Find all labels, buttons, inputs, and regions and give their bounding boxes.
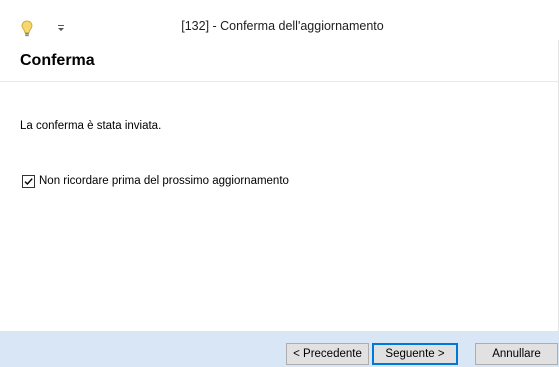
button-bar: < Precedente Seguente > Annullare [0,331,559,367]
checkmark-icon [24,177,33,185]
dont-remind-checkbox[interactable] [22,174,35,188]
header-divider [0,81,559,82]
title-bar: [132] - Conferma dell'aggiornamento [0,0,559,40]
page-heading: Conferma [20,52,95,69]
dont-remind-label[interactable]: Non ricordare prima del prossimo aggiorn… [39,175,289,187]
next-button[interactable]: Seguente > [372,343,458,365]
cancel-button[interactable]: Annullare [475,343,558,365]
confirmation-message: La conferma è stata inviata. [20,120,162,132]
dont-remind-option[interactable]: Non ricordare prima del prossimo aggiorn… [22,173,289,189]
update-confirmation-dialog: [132] - Conferma dell'aggiornamento Conf… [0,0,559,367]
previous-button[interactable]: < Precedente [286,343,369,365]
window-title: [132] - Conferma dell'aggiornamento [181,19,384,33]
